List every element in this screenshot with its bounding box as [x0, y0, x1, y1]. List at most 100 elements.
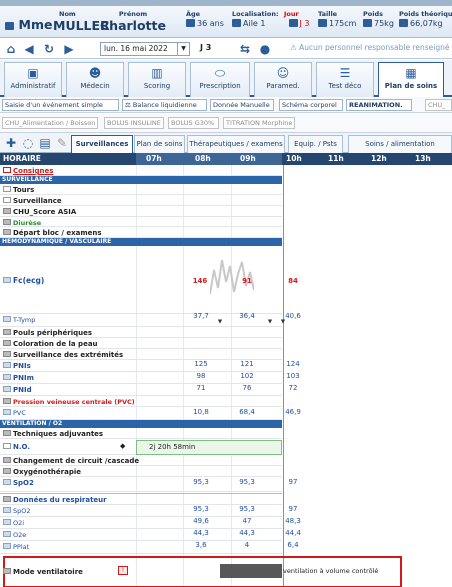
back-icon[interactable]: ◀: [22, 42, 36, 56]
date-picker[interactable]: lun. 16 mai 2022 ▼: [100, 42, 190, 56]
row-tours[interactable]: Tours: [0, 184, 282, 195]
row-pvc-title[interactable]: Pression veineuse centrale (PVC): [0, 396, 282, 407]
pplat-10h[interactable]: 6,4: [278, 541, 308, 549]
row-no[interactable]: N.O. ◆ 2j 20h 58min: [0, 439, 282, 455]
tab-test-deco[interactable]: ☰ Test déco: [316, 62, 374, 97]
tab-plan-de-soins[interactable]: ▦ Plan de soins: [378, 62, 444, 98]
spo2-09h[interactable]: 95,3: [232, 478, 262, 486]
tab-equip[interactable]: Equip. / Psts: [288, 135, 343, 153]
checkbox-icon[interactable]: [3, 167, 11, 173]
row-techniques[interactable]: Techniques adjuvantes: [0, 428, 282, 439]
chevron-down-icon[interactable]: ▼: [177, 43, 189, 55]
pnim-10h[interactable]: 103: [278, 372, 308, 380]
row-pplat[interactable]: PPlat 3,6 4 6,4: [0, 541, 299, 554]
pvc-08h[interactable]: 10,8: [186, 408, 216, 416]
spo2b-10h[interactable]: 97: [278, 505, 308, 513]
pnis-10h[interactable]: 124: [278, 360, 308, 368]
pnis-09h[interactable]: 121: [232, 360, 262, 368]
alert-icon[interactable]: !: [118, 566, 128, 575]
row-surveillance[interactable]: Surveillance: [0, 195, 282, 206]
delete-icon[interactable]: ▤: [38, 136, 52, 150]
no-duration-bar[interactable]: 2j 20h 58min: [136, 440, 282, 455]
row-fc-ecg[interactable]: Fc(ecg) 146 91 84: [0, 246, 298, 314]
patient-change-icon[interactable]: ⇆: [238, 42, 252, 56]
tab-scoring[interactable]: ▥ Scoring: [128, 62, 186, 97]
row-pnis[interactable]: PNIs 125 121 124: [0, 360, 300, 372]
pnid-10h[interactable]: 72: [278, 384, 308, 392]
row-spo2[interactable]: SpO2 95,3 95,3 97: [0, 477, 297, 492]
fc-08h[interactable]: 146: [185, 277, 215, 285]
row-coloration[interactable]: Coloration de la peau: [0, 338, 282, 349]
o2i-08h[interactable]: 49,6: [186, 517, 216, 525]
pvc-10h[interactable]: 46,9: [278, 408, 308, 416]
row-label: PNId: [13, 386, 32, 394]
row-spo2-resp[interactable]: SpO2 95,3 95,3 97: [0, 505, 297, 517]
next-icon[interactable]: ●: [258, 42, 272, 56]
manual-data-button[interactable]: Donnée Manuelle: [210, 99, 274, 111]
forward-icon[interactable]: ▶: [62, 42, 76, 56]
responsible-warning[interactable]: ⚠ Aucun personnel responsable renseigné …: [290, 43, 452, 52]
tab-prescription[interactable]: ⬭ Prescription: [190, 62, 250, 97]
comment-icon[interactable]: ◌: [21, 136, 35, 150]
tab-label: Prescription: [199, 82, 241, 90]
home-icon[interactable]: ⌂: [4, 42, 18, 56]
tab-paramed[interactable]: ☺ Paramed.: [254, 62, 312, 97]
spo2-08h[interactable]: 95,3: [186, 478, 216, 486]
bolus-g30-button[interactable]: BOLUS G30%: [168, 117, 219, 129]
tab-therapeutiques[interactable]: Thérapeutiques / examens: [187, 135, 285, 153]
reanimation-button[interactable]: REANIMATION.: [346, 99, 412, 111]
row-mode-ventilatoire[interactable]: Mode ventilatoire ! ventilation à volume…: [0, 554, 452, 587]
add-icon[interactable]: ✚: [4, 136, 18, 150]
fc-10h[interactable]: 84: [278, 277, 308, 285]
pnid-09h[interactable]: 76: [232, 384, 262, 392]
tab-soins-alimentation[interactable]: Soins / alimentation: [348, 135, 452, 153]
pplat-08h[interactable]: 3,6: [186, 541, 216, 549]
patient-civility: Mme: [5, 17, 53, 32]
row-pvc[interactable]: PVC 10,8 68,4 46,9: [0, 407, 301, 420]
pnis-08h[interactable]: 125: [186, 360, 216, 368]
pvc-09h[interactable]: 68,4: [232, 408, 262, 416]
tab-administratif[interactable]: ▣ Administratif: [4, 62, 62, 97]
o2e-09h[interactable]: 44,3: [232, 529, 262, 537]
refresh-icon[interactable]: ↻: [42, 42, 56, 56]
simple-event-button[interactable]: Saisie d'un événement simple: [2, 99, 119, 111]
row-consignes[interactable]: Consignes: [0, 165, 282, 176]
o2i-10h[interactable]: 48,3: [278, 517, 308, 525]
o2i-09h[interactable]: 47: [232, 517, 262, 525]
row-extremites[interactable]: Surveillance des extrémités: [0, 349, 282, 360]
tab-plan-de-soins-sub[interactable]: Plan de soins: [134, 135, 185, 153]
tab-surveillances[interactable]: Surveillances: [71, 135, 133, 153]
o2e-10h[interactable]: 44,4: [278, 529, 308, 537]
row-depart-bloc[interactable]: Départ bloc / examens: [0, 227, 282, 238]
pplat-09h[interactable]: 4: [232, 541, 262, 549]
row-o2e[interactable]: O2e 44,3 44,3 44,4: [0, 529, 301, 541]
row-diurese[interactable]: Diurèse: [0, 217, 282, 227]
bolus-insuline-button[interactable]: BOLUS INSULINE: [104, 117, 164, 129]
tab-medecin[interactable]: ☻ Médecin: [66, 62, 124, 97]
row-pnid[interactable]: PNId 71 76 72: [0, 384, 297, 396]
row-score-asia[interactable]: CHU_Score ASIA: [0, 206, 282, 217]
pnim-08h[interactable]: 98: [186, 372, 216, 380]
spo2-10h[interactable]: 97: [278, 478, 308, 486]
fluid-balance-button[interactable]: ⚖ Balance liquidienne: [122, 99, 207, 111]
spo2b-08h[interactable]: 95,3: [186, 505, 216, 513]
warning-text: Aucun personnel responsable renseigné po…: [299, 43, 452, 52]
titration-morphine-button[interactable]: TITRATION Morphine: [223, 117, 295, 129]
mode-bar[interactable]: [220, 564, 282, 578]
row-pnim[interactable]: PNIm 98 102 103: [0, 372, 300, 384]
row-pouls[interactable]: Pouls périphériques: [0, 327, 282, 338]
body-diagram-button[interactable]: Schéma corporel: [279, 99, 343, 111]
alimentation-button[interactable]: CHU_Alimentation / Boisson: [2, 117, 98, 129]
row-t-tymp[interactable]: T-Tymp 37,7 36,4 40,6 ▼ ▼ ▼: [0, 312, 301, 327]
row-circuit[interactable]: Changement de circuit /cascade: [0, 455, 282, 466]
pnim-09h[interactable]: 102: [232, 372, 262, 380]
row-respirateur[interactable]: Données du respirateur: [0, 494, 282, 505]
row-oxygenotherapie[interactable]: Oxygénothérapie: [0, 466, 282, 477]
row-o2i[interactable]: O2i 49,6 47 48,3: [0, 517, 301, 529]
edit-icon[interactable]: ✎: [55, 136, 69, 150]
chu-button[interactable]: CHU_: [425, 99, 452, 111]
o2e-08h[interactable]: 44,3: [186, 529, 216, 537]
spo2b-09h[interactable]: 95,3: [232, 505, 262, 513]
fc-09h[interactable]: 91: [232, 277, 262, 285]
pnid-08h[interactable]: 71: [186, 384, 216, 392]
